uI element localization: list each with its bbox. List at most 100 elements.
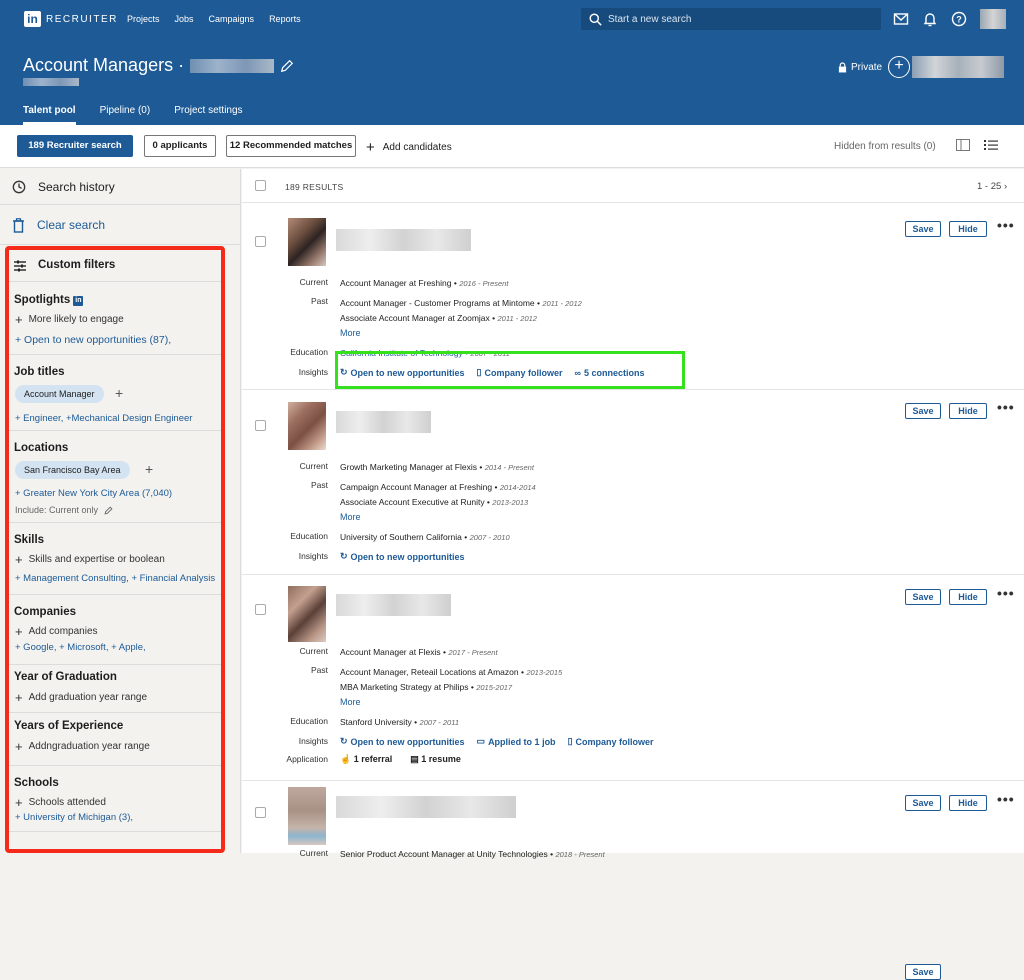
filter-spotlights: Spotlights in + More likely to engage + O…: [9, 283, 221, 355]
save-button[interactable]: Save: [905, 403, 941, 419]
hide-button[interactable]: Hide: [949, 589, 987, 605]
application-resume[interactable]: ▤ 1 resume: [410, 754, 461, 765]
more-options-icon[interactable]: •••: [997, 585, 1015, 601]
hide-button[interactable]: Hide: [949, 403, 987, 419]
companies-suggestion-link[interactable]: + Google, + Microsoft, + Apple,: [15, 642, 146, 653]
nav-projects[interactable]: Projects: [127, 14, 160, 24]
candidate-name-blurred[interactable]: [336, 411, 431, 433]
open-to-work-icon: ↻: [340, 736, 348, 746]
recruiter-logo[interactable]: in RECRUITER: [24, 11, 118, 27]
application-referral[interactable]: ☝ 1 referral: [340, 754, 392, 765]
user-avatar[interactable]: [980, 9, 1006, 29]
add-location-icon[interactable]: +: [145, 461, 153, 477]
candidate-checkbox[interactable]: [255, 807, 266, 818]
filter-locations: Locations San Francisco Bay Area + + Gre…: [9, 432, 221, 523]
more-link[interactable]: More: [340, 512, 361, 522]
more-link[interactable]: More: [340, 328, 361, 338]
more-options-icon[interactable]: •••: [997, 217, 1015, 233]
current-label: Current: [299, 277, 328, 287]
panel-view-icon[interactable]: [956, 139, 970, 151]
add-collaborator-icon[interactable]: +: [888, 56, 910, 78]
select-all-checkbox[interactable]: [255, 180, 266, 191]
graduation-add[interactable]: + Add graduation year range: [15, 690, 147, 705]
candidate-card[interactable]: Save Hide ••• Current Growth Marketing M…: [242, 391, 1024, 575]
applicants-button[interactable]: 0 applicants: [144, 135, 216, 157]
more-link[interactable]: More: [340, 697, 361, 707]
skills-add-label: Skills and expertise or boolean: [28, 554, 165, 565]
spotlights-suggestion-link[interactable]: + Open to new opportunities (87),: [15, 334, 171, 346]
privacy-toggle[interactable]: Private: [838, 62, 882, 73]
candidate-card[interactable]: Save Current Senior Product Account Mana…: [242, 782, 1024, 980]
help-icon[interactable]: ?: [951, 11, 967, 27]
custom-filters-panel: Custom filters Spotlights in + More likel…: [5, 246, 225, 853]
job-title-pill[interactable]: Account Manager: [15, 385, 104, 403]
skills-suggestion-link[interactable]: + Management Consulting, + Financial Ana…: [15, 573, 215, 584]
candidate-photo-blurred[interactable]: [288, 402, 326, 450]
clear-search-button[interactable]: Clear search: [0, 206, 241, 245]
spotlights-add[interactable]: + More likely to engage: [15, 312, 124, 327]
nav-campaigns[interactable]: Campaigns: [209, 14, 255, 24]
locations-suggestion-link[interactable]: + Greater New York City Area (7,040): [15, 488, 172, 499]
job-titles-suggestion-link[interactable]: + Engineer, +Mechanical Design Engineer: [15, 413, 192, 424]
mail-icon[interactable]: [893, 11, 909, 27]
tab-project-settings[interactable]: Project settings: [174, 105, 242, 125]
hidden-from-results-link[interactable]: Hidden from results (0): [834, 141, 936, 152]
companies-add[interactable]: + Add companies: [15, 624, 98, 639]
save-button[interactable]: Save: [905, 795, 941, 811]
candidate-name-blurred[interactable]: [336, 594, 451, 616]
save-button[interactable]: Save: [905, 964, 941, 980]
candidate-card[interactable]: Save Hide ••• Current Account Manager at…: [242, 204, 1024, 390]
tab-talent-pool[interactable]: Talent pool: [23, 105, 76, 125]
nav-jobs[interactable]: Jobs: [175, 14, 194, 24]
current-label: Current: [299, 646, 328, 656]
insight-company-follower[interactable]: ▯ Company follower: [568, 736, 654, 747]
candidate-name-blurred[interactable]: [336, 229, 471, 251]
insight-text: Applied to 1 job: [488, 736, 556, 747]
plus-icon: +: [15, 690, 23, 705]
hide-button[interactable]: Hide: [949, 221, 987, 237]
schools-add[interactable]: + Schools attended: [15, 795, 106, 810]
search-history-button[interactable]: Search history: [0, 169, 241, 205]
location-pill[interactable]: San Francisco Bay Area: [15, 461, 130, 479]
more-options-icon[interactable]: •••: [997, 399, 1015, 415]
insight-open-to-opportunities[interactable]: ↻ Open to new opportunities: [340, 551, 465, 562]
more-options-icon[interactable]: •••: [997, 791, 1015, 807]
experience-add-label: Addngraduation year range: [28, 741, 150, 752]
skills-add[interactable]: + Skills and expertise or boolean: [15, 552, 165, 567]
recommended-matches-button[interactable]: 12 Recommended matches: [226, 135, 356, 157]
candidate-photo-blurred[interactable]: [288, 787, 326, 845]
candidate-name-blurred[interactable]: [336, 796, 516, 818]
candidate-photo-blurred[interactable]: [288, 218, 326, 266]
project-subtitle-blurred: [23, 78, 79, 86]
candidate-checkbox[interactable]: [255, 604, 266, 615]
spotlights-title-text: Spotlights: [14, 294, 71, 306]
experience-add[interactable]: + Addngraduation year range: [15, 739, 150, 754]
nav-reports[interactable]: Reports: [269, 14, 301, 24]
candidate-photo-blurred[interactable]: [288, 586, 326, 642]
candidate-checkbox[interactable]: [255, 236, 266, 247]
location-include-option[interactable]: Include: Current only: [15, 505, 113, 515]
save-button[interactable]: Save: [905, 221, 941, 237]
results-pager[interactable]: 1 - 25 ›: [977, 181, 1007, 192]
search-input[interactable]: Start a new search: [581, 8, 881, 30]
project-tabs: Talent pool Pipeline (0) Project setting…: [23, 105, 243, 125]
application-items: ☝ 1 referral ▤ 1 resume: [340, 754, 461, 765]
candidate-checkbox[interactable]: [255, 420, 266, 431]
recruiter-search-button[interactable]: 189 Recruiter search: [17, 135, 133, 157]
list-view-icon[interactable]: [984, 139, 998, 151]
save-button[interactable]: Save: [905, 589, 941, 605]
insight-open-to-opportunities[interactable]: ↻ Open to new opportunities: [340, 736, 465, 747]
add-candidates-button[interactable]: + Add candidates: [366, 139, 452, 156]
candidate-card[interactable]: Save Hide ••• Current Account Manager at…: [242, 576, 1024, 781]
companies-add-label: Add companies: [28, 626, 98, 637]
add-job-title-icon[interactable]: +: [115, 385, 123, 401]
spotlights-add-label: More likely to engage: [28, 314, 124, 325]
insight-applied-to-job[interactable]: ▭ Applied to 1 job: [477, 736, 556, 747]
bell-icon[interactable]: [922, 11, 938, 27]
hide-button[interactable]: Hide: [949, 795, 987, 811]
edit-pencil-icon[interactable]: [280, 59, 294, 73]
tab-pipeline[interactable]: Pipeline (0): [100, 105, 151, 125]
education-text: University of Southern California •: [340, 532, 468, 542]
past-position-text: MBA Marketing Strategy at Philips •: [340, 682, 474, 692]
schools-suggestion-link[interactable]: + University of Michigan (3),: [15, 812, 133, 823]
